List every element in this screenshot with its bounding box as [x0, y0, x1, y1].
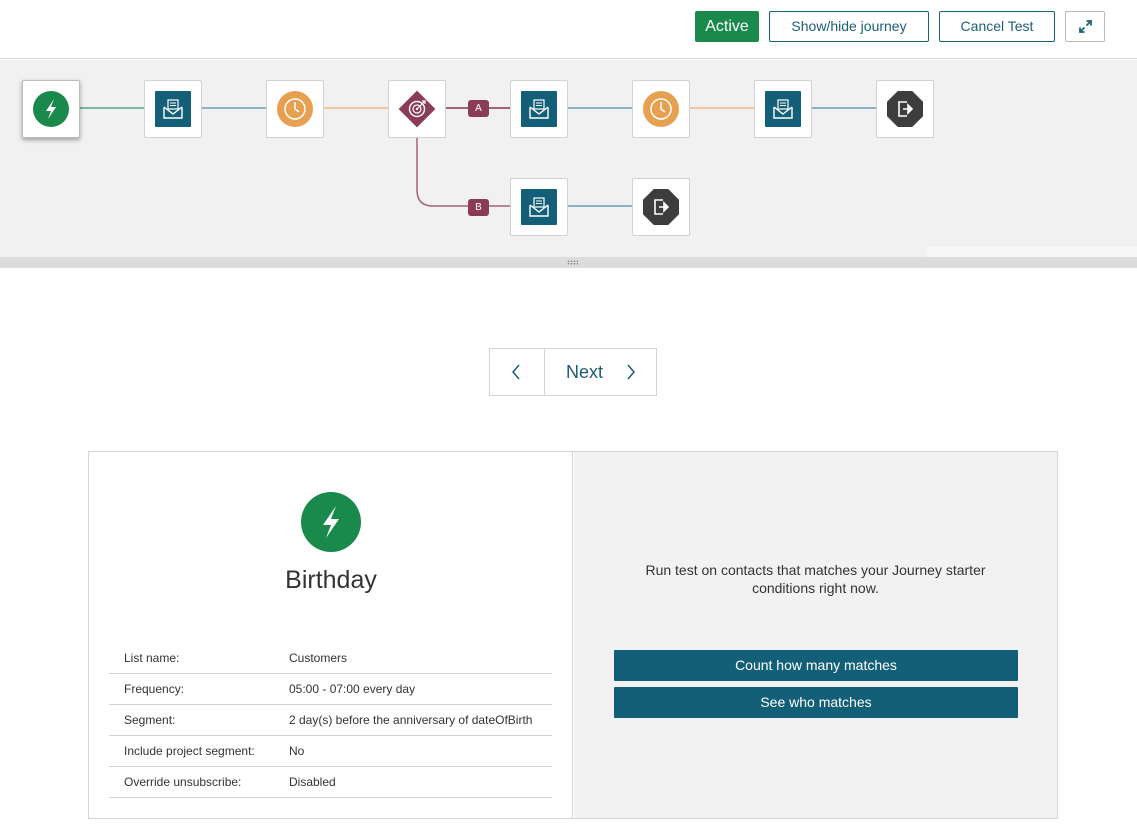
canvas-edge	[926, 247, 1137, 257]
journey-node-email[interactable]	[754, 80, 812, 138]
top-toolbar: Active Show/hide journey Cancel Test	[0, 0, 1137, 59]
journey-node-email[interactable]	[144, 80, 202, 138]
journey-node-wait[interactable]	[266, 80, 324, 138]
envelope-icon	[765, 91, 801, 127]
starter-title: Birthday	[285, 566, 377, 594]
previous-button[interactable]	[490, 349, 545, 395]
show-hide-journey-button[interactable]: Show/hide journey	[769, 11, 929, 42]
connector-line	[568, 205, 632, 207]
property-value: Disabled	[289, 775, 336, 789]
grip-icon	[567, 260, 578, 265]
envelope-icon	[521, 91, 557, 127]
test-description: Run test on contacts that matches your J…	[645, 562, 986, 596]
journey-node-exit[interactable]	[632, 178, 690, 236]
step-pager: Next	[489, 348, 657, 396]
property-value: 05:00 - 07:00 every day	[289, 682, 416, 696]
test-actions: Run test on contacts that matches your J…	[574, 452, 1057, 818]
target-icon	[398, 90, 436, 128]
property-label: Include project segment:	[124, 744, 255, 758]
journey-canvas: A B	[0, 60, 1137, 257]
count-matches-button[interactable]: Count how many matches	[614, 650, 1018, 681]
expand-button[interactable]	[1065, 11, 1105, 42]
property-row: Segment: 2 day(s) before the anniversary…	[109, 705, 552, 736]
property-row: Frequency: 05:00 - 07:00 every day	[109, 674, 552, 705]
chevron-left-icon	[512, 364, 520, 380]
expand-icon	[1079, 20, 1092, 33]
property-row: Override unsubscribe: Disabled	[109, 767, 552, 798]
envelope-icon	[155, 91, 191, 127]
property-label: Frequency:	[124, 682, 185, 696]
starter-info: Birthday List name: Customers Frequency:…	[89, 452, 573, 818]
property-label: List name:	[124, 651, 180, 665]
journey-node-starter[interactable]	[22, 80, 80, 138]
clock-icon	[277, 91, 313, 127]
lightning-icon	[33, 91, 69, 127]
journey-node-email[interactable]	[510, 80, 568, 138]
branch-b-label: B	[468, 199, 489, 216]
property-row: List name: Customers	[109, 646, 552, 674]
journey-node-split[interactable]	[388, 80, 446, 138]
next-button[interactable]: Next	[546, 349, 656, 395]
next-label: Next	[566, 362, 604, 382]
journey-node-email[interactable]	[510, 178, 568, 236]
property-label: Override unsubscribe:	[124, 775, 242, 789]
branch-a-label: A	[468, 100, 489, 117]
starter-properties: List name: Customers Frequency: 05:00 - …	[109, 646, 552, 798]
lightning-icon	[301, 492, 361, 552]
property-value: 2 day(s) before the anniversary of dateO…	[289, 713, 533, 727]
see-matches-button[interactable]: See who matches	[614, 687, 1018, 718]
cancel-test-button[interactable]: Cancel Test	[939, 11, 1055, 42]
journey-node-wait[interactable]	[632, 80, 690, 138]
clock-icon	[643, 91, 679, 127]
resize-splitter[interactable]	[0, 257, 1137, 268]
property-value: Customers	[289, 651, 348, 665]
chevron-right-icon	[627, 364, 635, 380]
exit-icon	[887, 91, 923, 127]
status-badge: Active	[695, 11, 759, 42]
property-value: No	[289, 744, 305, 758]
property-row: Include project segment: No	[109, 736, 552, 767]
envelope-icon	[521, 189, 557, 225]
property-label: Segment:	[124, 713, 176, 727]
starter-details-panel: Birthday List name: Customers Frequency:…	[88, 451, 1058, 819]
exit-icon	[643, 189, 679, 225]
journey-node-exit[interactable]	[876, 80, 934, 138]
